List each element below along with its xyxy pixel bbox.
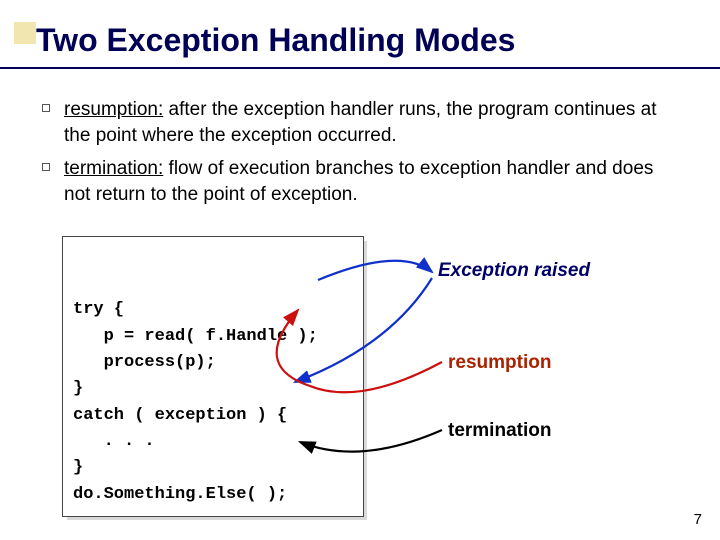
bullet-marker-icon xyxy=(42,104,50,112)
code-line: p = read( f.Handle ); xyxy=(73,327,318,346)
page-number: 7 xyxy=(694,511,702,528)
bullet-term: termination: xyxy=(64,158,163,179)
code-line: do.Something.Else( ); xyxy=(73,485,287,504)
code-box-shadow xyxy=(67,241,367,520)
bullet-marker-icon xyxy=(42,163,50,171)
diagram-area: try { p = read( f.Handle ); process(p); … xyxy=(0,236,720,506)
label-termination: termination xyxy=(448,420,551,442)
code-line: try { xyxy=(73,300,124,319)
code-line: } xyxy=(73,458,83,477)
title-bar: Two Exception Handling Modes xyxy=(0,0,720,69)
code-line: catch ( exception ) { xyxy=(73,406,287,425)
code-line: . . . xyxy=(73,432,155,451)
bullet-termination: termination: flow of execution branches … xyxy=(64,156,680,207)
label-resumption: resumption xyxy=(448,352,551,374)
code-line: process(p); xyxy=(73,353,216,372)
bullet-list: resumption: after the exception handler … xyxy=(0,69,720,208)
label-exception-raised: Exception raised xyxy=(438,260,590,282)
bullet-term: resumption: xyxy=(64,99,163,120)
slide-title: Two Exception Handling Modes xyxy=(36,22,720,59)
bullet-resumption: resumption: after the exception handler … xyxy=(64,97,680,148)
title-accent-square xyxy=(14,22,36,44)
code-line: } xyxy=(73,379,83,398)
code-box: try { p = read( f.Handle ); process(p); … xyxy=(62,236,364,517)
